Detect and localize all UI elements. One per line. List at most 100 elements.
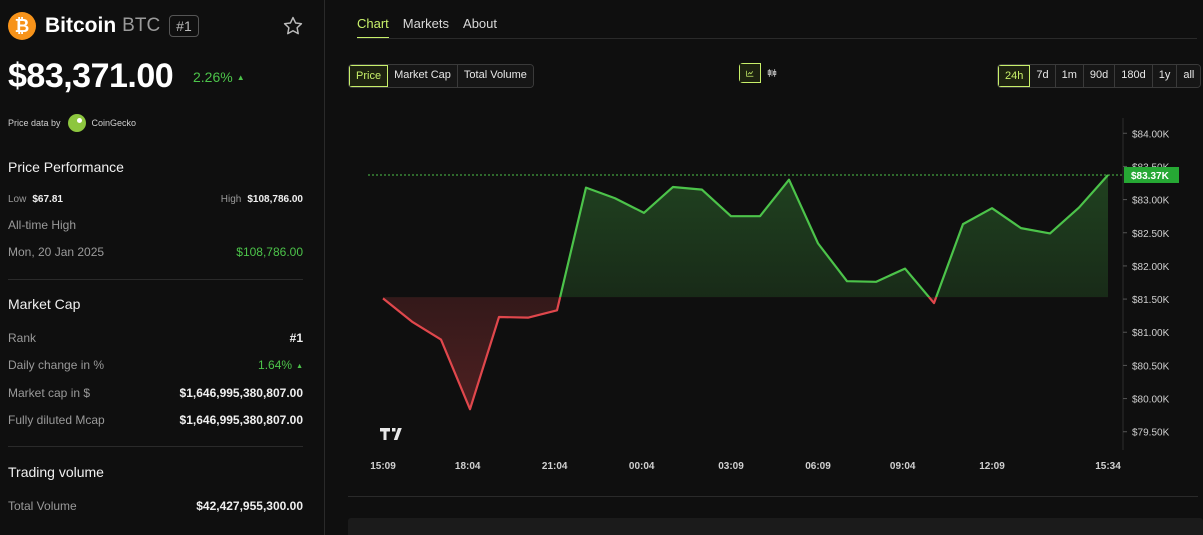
data-point (469, 408, 471, 410)
y-tick-label: $83.00K (1132, 196, 1170, 207)
total-volume-value: $42,427,955,300.00 (196, 499, 303, 513)
trading-volume-title: Trading volume (8, 464, 104, 480)
rank-label: Rank (8, 331, 37, 345)
data-point (498, 316, 500, 318)
y-tick-label: $82.00K (1132, 262, 1170, 273)
high-value: $108,786.00 (247, 194, 303, 205)
ath-date: Mon, 20 Jan 2025 (8, 245, 105, 259)
price-change-value: 2.26% (193, 69, 233, 85)
price-data-provider[interactable]: CoinGecko (92, 118, 137, 128)
metric-selector: Price Market Cap Total Volume (348, 64, 534, 88)
daily-change-row: Daily change in % 1.64% ▲ (8, 358, 303, 372)
star-icon[interactable] (282, 15, 304, 37)
coingecko-icon (67, 114, 86, 132)
high-label: High (220, 194, 242, 205)
x-tick-label: 00:04 (629, 461, 655, 472)
price-performance-title: Price Performance (8, 159, 124, 175)
market-cap-label: Market cap in $ (8, 386, 91, 400)
y-tick-label: $81.00K (1132, 328, 1170, 339)
market-cap-row: Market cap in $ $1,646,995,380,807.00 (8, 386, 303, 400)
price-data-source: Price data by CoinGecko (8, 114, 136, 132)
x-tick-label: 12:09 (979, 461, 1005, 472)
coin-name: Bitcoin (45, 14, 117, 37)
y-tick-label: $80.00K (1132, 395, 1170, 406)
data-point (1049, 232, 1051, 234)
data-point (585, 187, 587, 189)
tradingview-logo (380, 428, 402, 440)
y-tick-label: $84.00K (1132, 129, 1170, 140)
range-7d-button[interactable]: 7d (1030, 65, 1056, 87)
tab-about[interactable]: About (463, 16, 497, 39)
bitcoin-logo-icon: ₿ (8, 12, 36, 40)
data-point (817, 242, 819, 244)
x-tick-label: 06:09 (805, 461, 831, 472)
data-point (701, 189, 703, 191)
ath-row: Mon, 20 Jan 2025 $108,786.00 (8, 245, 303, 259)
divider (8, 446, 303, 447)
coin-header: ₿ Bitcoin BTC #1 (8, 12, 199, 40)
price-change: 2.26% ▲ (193, 69, 245, 85)
y-tick-label: $80.50K (1132, 361, 1170, 372)
data-point (788, 179, 790, 181)
daily-change-value: 1.64% ▲ (258, 358, 303, 372)
current-price: $83,371.00 (8, 57, 174, 95)
y-tick-label: $82.50K (1132, 229, 1170, 240)
daily-change-number: 1.64% (258, 358, 293, 372)
chart-bottom-divider (348, 496, 1198, 497)
price-chart[interactable]: $84.00K$83.50K$83.00K$82.50K$82.00K$81.5… (348, 100, 1198, 480)
data-point (672, 186, 674, 188)
data-point (614, 197, 616, 199)
data-point (846, 280, 848, 282)
x-tick-label: 15:09 (370, 461, 396, 472)
x-tick-label: 09:04 (890, 461, 916, 472)
data-point (991, 207, 993, 209)
rank-row: Rank #1 (8, 331, 303, 345)
fdv-label: Fully diluted Mcap (8, 413, 105, 427)
x-tick-label: 03:09 (718, 461, 744, 472)
total-volume-row: Total Volume $42,427,955,300.00 (8, 499, 303, 513)
next-section-panel (348, 518, 1203, 535)
data-point (411, 321, 413, 323)
data-point (759, 215, 761, 217)
candlestick-icon[interactable] (761, 63, 783, 83)
total-volume-button[interactable]: Total Volume (457, 65, 533, 87)
data-point (962, 223, 964, 225)
daily-change-label: Daily change in % (8, 358, 105, 372)
rank-value: #1 (289, 331, 303, 345)
x-tick-label: 18:04 (455, 461, 481, 472)
data-point (527, 317, 529, 319)
total-volume-label: Total Volume (8, 499, 77, 513)
market-cap-title: Market Cap (8, 296, 81, 312)
data-point (730, 215, 732, 217)
range-24h-button[interactable]: 24h (998, 65, 1031, 87)
range-1y-button[interactable]: 1y (1152, 65, 1178, 87)
ath-value: $108,786.00 (236, 245, 303, 259)
range-90d-button[interactable]: 90d (1083, 65, 1116, 87)
x-tick-label: 15:34 (1095, 461, 1121, 472)
tab-chart[interactable]: Chart (357, 16, 389, 39)
data-point (875, 281, 877, 283)
low-value: $67.81 (32, 194, 63, 205)
rank-badge: #1 (169, 15, 199, 37)
line-chart-icon[interactable] (739, 63, 761, 83)
coin-info-panel: ₿ Bitcoin BTC #1 $83,371.00 2.26% ▲ Price… (0, 0, 325, 535)
data-point (1020, 227, 1022, 229)
time-range-selector: 24h 7d 1m 90d 180d 1y all (997, 64, 1202, 88)
market-cap-button[interactable]: Market Cap (388, 65, 458, 87)
x-tick-label: 21:04 (542, 461, 568, 472)
data-point (1078, 207, 1080, 209)
range-1m-button[interactable]: 1m (1055, 65, 1084, 87)
coin-symbol: BTC (122, 15, 161, 36)
chart-type-selector (739, 63, 783, 83)
area-above-baseline (560, 174, 1108, 298)
range-180d-button[interactable]: 180d (1115, 65, 1153, 87)
tab-markets[interactable]: Markets (403, 16, 449, 39)
y-tick-label: $81.50K (1132, 295, 1170, 306)
price-button[interactable]: Price (349, 65, 389, 87)
data-point (556, 309, 558, 311)
data-point (440, 339, 442, 341)
range-all-button[interactable]: all (1177, 65, 1201, 87)
y-tick-label: $79.50K (1132, 428, 1170, 439)
up-arrow-icon: ▲ (296, 363, 303, 370)
low-label: Low (8, 194, 27, 205)
